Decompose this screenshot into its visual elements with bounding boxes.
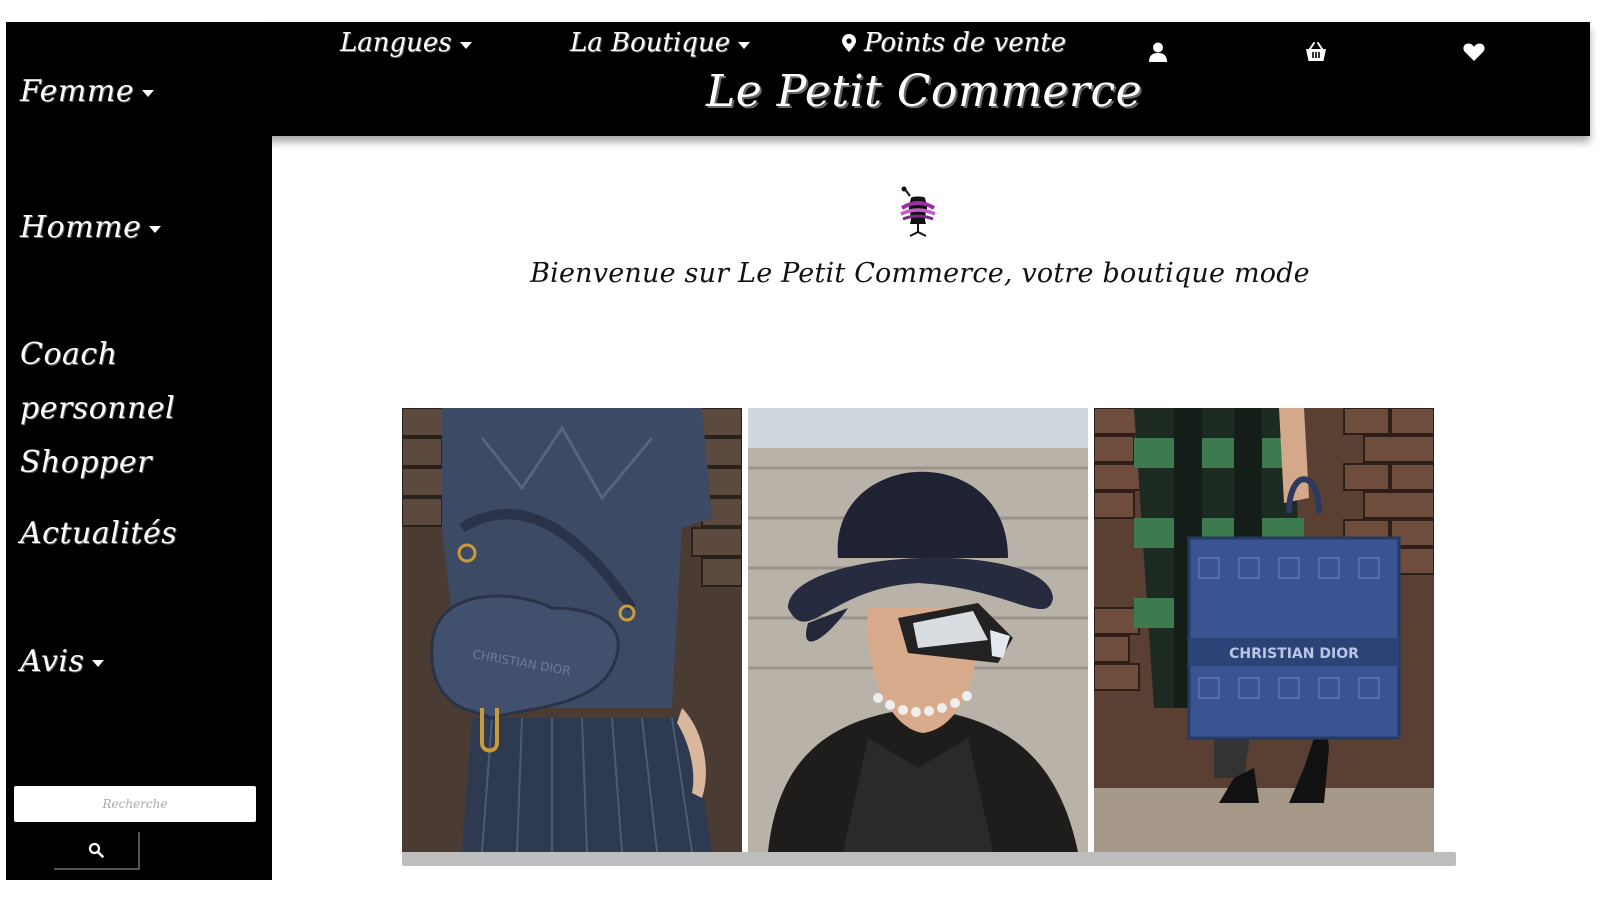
gallery-photo-saddle-bag[interactable]: CHRISTIAN DIOR [402,408,742,852]
shop-dropdown[interactable]: La Boutique [570,28,751,58]
search-input[interactable] [14,786,256,822]
sidebar-item-label: Femme [20,74,135,109]
caret-down-icon [92,660,105,667]
stores-label: Points de vente [864,28,1067,58]
search-button[interactable] [54,832,140,870]
image-gallery: CHRISTIAN DIOR CHRISTIAN DIOR [402,408,1456,852]
search-icon [88,842,104,858]
languages-label: Langues [340,28,452,58]
languages-dropdown[interactable]: Langues [340,28,472,58]
top-navbar: Langues La Boutique Points de vente Le P… [266,22,1590,136]
caret-down-icon [142,90,155,97]
brand-title[interactable]: Le Petit Commerce [706,66,1142,117]
sidebar-item-femme[interactable]: Femme [20,74,155,109]
sidebar-item-label-line2: Shopper [20,445,152,480]
caret-down-icon [459,41,472,49]
bag-print-text: CHRISTIAN DIOR [1229,646,1359,662]
dress-form-icon [900,186,936,237]
sidebar-item-label: Avis [20,644,85,679]
caret-down-icon [738,41,751,49]
stores-link[interactable]: Points de vente [842,28,1066,58]
heart-icon[interactable] [1462,40,1486,64]
sidebar-item-avis[interactable]: Avis [20,644,105,679]
caret-down-icon [149,226,162,233]
sidebar-item-label: Coach personnel [20,337,176,426]
sidebar-item-coach-shopper[interactable]: Coach personnel Shopper [20,328,272,490]
gallery-scrollbar[interactable] [402,852,1456,866]
map-marker-icon [842,34,856,52]
basket-icon[interactable] [1304,40,1328,64]
user-icon[interactable] [1146,40,1170,64]
gallery-photo-book-tote[interactable]: CHRISTIAN DIOR [1094,408,1434,852]
sidebar-item-actualites[interactable]: Actualités [20,516,177,551]
gallery-photo-bucket-hat[interactable] [748,408,1088,852]
sidebar-item-label: Homme [20,210,142,245]
sidebar-item-homme[interactable]: Homme [20,210,162,245]
sidebar: Femme Homme Coach personnel Shopper Actu… [6,22,272,880]
shop-label: La Boutique [570,28,731,58]
sidebar-item-label: Actualités [20,516,178,551]
welcome-heading: Bienvenue sur Le Petit Commerce, votre b… [530,258,1310,289]
